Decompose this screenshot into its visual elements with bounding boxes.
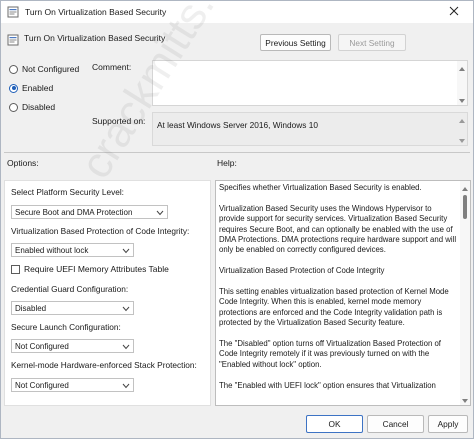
supported-scrollbar[interactable] bbox=[457, 113, 467, 145]
chevron-down-icon bbox=[122, 305, 130, 314]
help-text: Specifies whether Virtualization Based S… bbox=[219, 183, 459, 401]
kernel-stack-protection-dropdown[interactable]: Not Configured bbox=[11, 378, 134, 392]
radio-disabled-circle[interactable] bbox=[9, 102, 18, 112]
policy-app-icon bbox=[7, 6, 19, 20]
radio-disabled[interactable]: Disabled bbox=[9, 102, 55, 112]
chevron-down-icon bbox=[122, 343, 130, 352]
radio-not-configured-label: Not Configured bbox=[22, 64, 80, 74]
platform-security-dropdown[interactable]: Secure Boot and DMA Protection bbox=[11, 205, 168, 219]
help-heading: Help: bbox=[217, 158, 237, 168]
radio-not-configured[interactable]: Not Configured bbox=[9, 64, 79, 74]
help-paragraph: The "Disabled" option turns off Virtuali… bbox=[219, 339, 441, 369]
comment-scrollbar[interactable] bbox=[457, 61, 467, 105]
scroll-down-icon[interactable] bbox=[462, 396, 468, 403]
credential-guard-dropdown[interactable]: Disabled bbox=[11, 301, 134, 315]
credential-guard-value: Disabled bbox=[15, 303, 47, 313]
radio-enabled-label: Enabled bbox=[22, 83, 54, 93]
help-scroll-thumb[interactable] bbox=[463, 195, 467, 219]
credential-guard-label: Credential Guard Configuration: bbox=[11, 284, 129, 294]
secure-launch-dropdown[interactable]: Not Configured bbox=[11, 339, 134, 353]
radio-enabled[interactable]: Enabled bbox=[9, 83, 53, 93]
window-title: Turn On Virtualization Based Security bbox=[25, 7, 167, 17]
scroll-up-icon[interactable] bbox=[459, 64, 465, 71]
vbs-code-integrity-label: Virtualization Based Protection of Code … bbox=[11, 226, 190, 236]
uefi-memory-label: Require UEFI Memory Attributes Table bbox=[24, 264, 169, 274]
previous-setting-button[interactable]: Previous Setting bbox=[260, 34, 331, 51]
help-paragraph: This setting enables virtualization base… bbox=[219, 287, 449, 328]
comment-label: Comment: bbox=[92, 62, 132, 72]
policy-dialog: Turn On Virtualization Based Security Tu… bbox=[0, 0, 474, 439]
policy-setting-icon bbox=[7, 34, 19, 48]
close-icon bbox=[449, 6, 459, 18]
help-paragraph: The "Enabled with UEFI lock" option ensu… bbox=[219, 380, 436, 390]
scroll-down-icon[interactable] bbox=[459, 96, 465, 103]
apply-button[interactable]: Apply bbox=[428, 415, 468, 433]
radio-not-configured-circle[interactable] bbox=[9, 64, 18, 74]
ok-button[interactable]: OK bbox=[306, 415, 363, 433]
radio-enabled-circle[interactable] bbox=[9, 83, 18, 93]
chevron-down-icon bbox=[122, 247, 130, 256]
section-divider bbox=[4, 152, 470, 153]
scroll-up-icon[interactable] bbox=[462, 184, 468, 191]
options-panel: Select Platform Security Level: Secure B… bbox=[4, 180, 211, 406]
help-paragraph: Virtualization Based Protection of Code … bbox=[219, 266, 385, 276]
supported-on-value: At least Windows Server 2016, Windows 10 bbox=[157, 120, 318, 130]
comment-field[interactable] bbox=[152, 60, 468, 106]
uefi-memory-checkbox-row[interactable]: Require UEFI Memory Attributes Table bbox=[11, 264, 169, 274]
radio-disabled-label: Disabled bbox=[22, 102, 56, 112]
secure-launch-value: Not Configured bbox=[15, 341, 69, 351]
kernel-stack-protection-label: Kernel-mode Hardware-enforced Stack Prot… bbox=[11, 360, 197, 370]
help-scrollbar[interactable] bbox=[460, 181, 470, 405]
chevron-down-icon bbox=[156, 209, 164, 218]
platform-security-label: Select Platform Security Level: bbox=[11, 187, 124, 197]
kernel-stack-protection-value: Not Configured bbox=[15, 380, 69, 390]
cancel-button[interactable]: Cancel bbox=[367, 415, 424, 433]
help-paragraph: Virtualization Based Security uses the W… bbox=[219, 203, 457, 255]
secure-launch-label: Secure Launch Configuration: bbox=[11, 322, 121, 332]
help-panel: Specifies whether Virtualization Based S… bbox=[215, 180, 471, 406]
next-setting-button[interactable]: Next Setting bbox=[338, 34, 406, 51]
uefi-memory-checkbox[interactable] bbox=[11, 264, 20, 274]
title-bar: Turn On Virtualization Based Security bbox=[1, 1, 473, 23]
close-button[interactable] bbox=[435, 1, 473, 23]
help-paragraph: Specifies whether Virtualization Based S… bbox=[219, 183, 422, 192]
supported-on-field: At least Windows Server 2016, Windows 10 bbox=[152, 112, 468, 146]
vbs-code-integrity-value: Enabled without lock bbox=[15, 245, 89, 255]
vbs-code-integrity-dropdown[interactable]: Enabled without lock bbox=[11, 243, 134, 257]
scroll-down-icon[interactable] bbox=[459, 136, 465, 143]
setting-title: Turn On Virtualization Based Security bbox=[24, 33, 166, 43]
chevron-down-icon bbox=[122, 382, 130, 391]
platform-security-value: Secure Boot and DMA Protection bbox=[15, 207, 133, 217]
options-heading: Options: bbox=[7, 158, 39, 168]
scroll-up-icon[interactable] bbox=[459, 116, 465, 123]
supported-on-label: Supported on: bbox=[92, 116, 146, 126]
